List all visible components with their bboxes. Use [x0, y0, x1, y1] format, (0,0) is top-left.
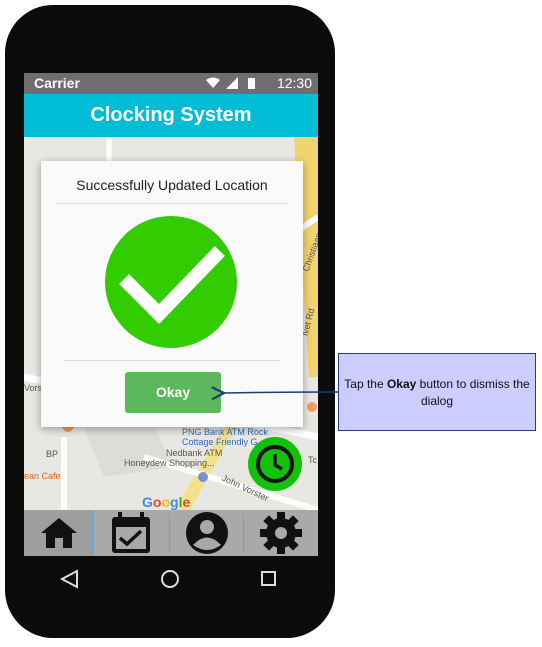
- bottom-navigation: [24, 510, 318, 556]
- callout-text-prefix: Tap the: [344, 377, 387, 391]
- map-label: ean Cafe: [24, 471, 61, 481]
- google-letter: g: [170, 494, 179, 510]
- nav-divider: [92, 514, 93, 552]
- clock-time: 12:30: [276, 75, 312, 91]
- status-bar: Carrier 12:30: [24, 73, 318, 94]
- settings-icon: [260, 512, 302, 554]
- okay-button[interactable]: Okay: [125, 372, 221, 413]
- google-letter: e: [182, 494, 191, 510]
- system-navigation: [24, 556, 318, 604]
- instruction-callout: Tap the Okay button to dismiss the dialo…: [338, 353, 536, 431]
- dialog-divider: [63, 360, 281, 361]
- home-icon: [41, 518, 77, 548]
- wifi-icon: [206, 77, 220, 88]
- nav-divider: [243, 514, 244, 552]
- phone-screen: Carrier 12:30 Clocking System PNG Bank A…: [24, 73, 318, 556]
- nav-item-settings[interactable]: [246, 510, 316, 556]
- calendar-check-icon: [112, 512, 150, 553]
- clock-icon: [256, 445, 294, 483]
- map-label: BP: [46, 449, 59, 459]
- status-icons: [204, 76, 260, 95]
- map-label: Tc: [308, 455, 317, 465]
- signal-icon: [226, 77, 238, 89]
- map-label: PNG Bank ATM Rock: [182, 427, 268, 437]
- dialog-title: Successfully Updated Location: [76, 177, 268, 193]
- nav-divider: [169, 514, 170, 552]
- nav-item-profile[interactable]: [172, 510, 242, 556]
- google-letter: o: [161, 494, 171, 510]
- home-circle-icon: [161, 570, 179, 588]
- callout-text-bold: Okay: [386, 377, 417, 391]
- account-icon: [186, 512, 228, 554]
- check-circle-icon: [105, 216, 237, 348]
- callout-text-suffix: button to dismiss the dialog: [416, 377, 530, 408]
- recents-icon: [261, 571, 276, 586]
- carrier-label: Carrier: [34, 75, 80, 91]
- google-attribution: Google: [142, 494, 190, 510]
- success-dialog: Successfully Updated Location Okay: [41, 161, 303, 427]
- map-label: Honeydew Shopping...: [124, 458, 215, 468]
- clock-in-fab[interactable]: [248, 437, 302, 491]
- app-title: Clocking System: [90, 104, 252, 126]
- battery-icon: [248, 78, 255, 89]
- map-label: Cottage Friendly G: [182, 437, 258, 447]
- dialog-divider: [55, 203, 289, 204]
- map-label: Nedbank ATM: [166, 448, 223, 458]
- back-icon: [59, 569, 78, 589]
- nav-item-attendance[interactable]: [96, 510, 166, 556]
- nav-item-home[interactable]: [24, 510, 94, 556]
- google-letter: G: [142, 494, 153, 510]
- app-bar: Clocking System: [24, 94, 318, 137]
